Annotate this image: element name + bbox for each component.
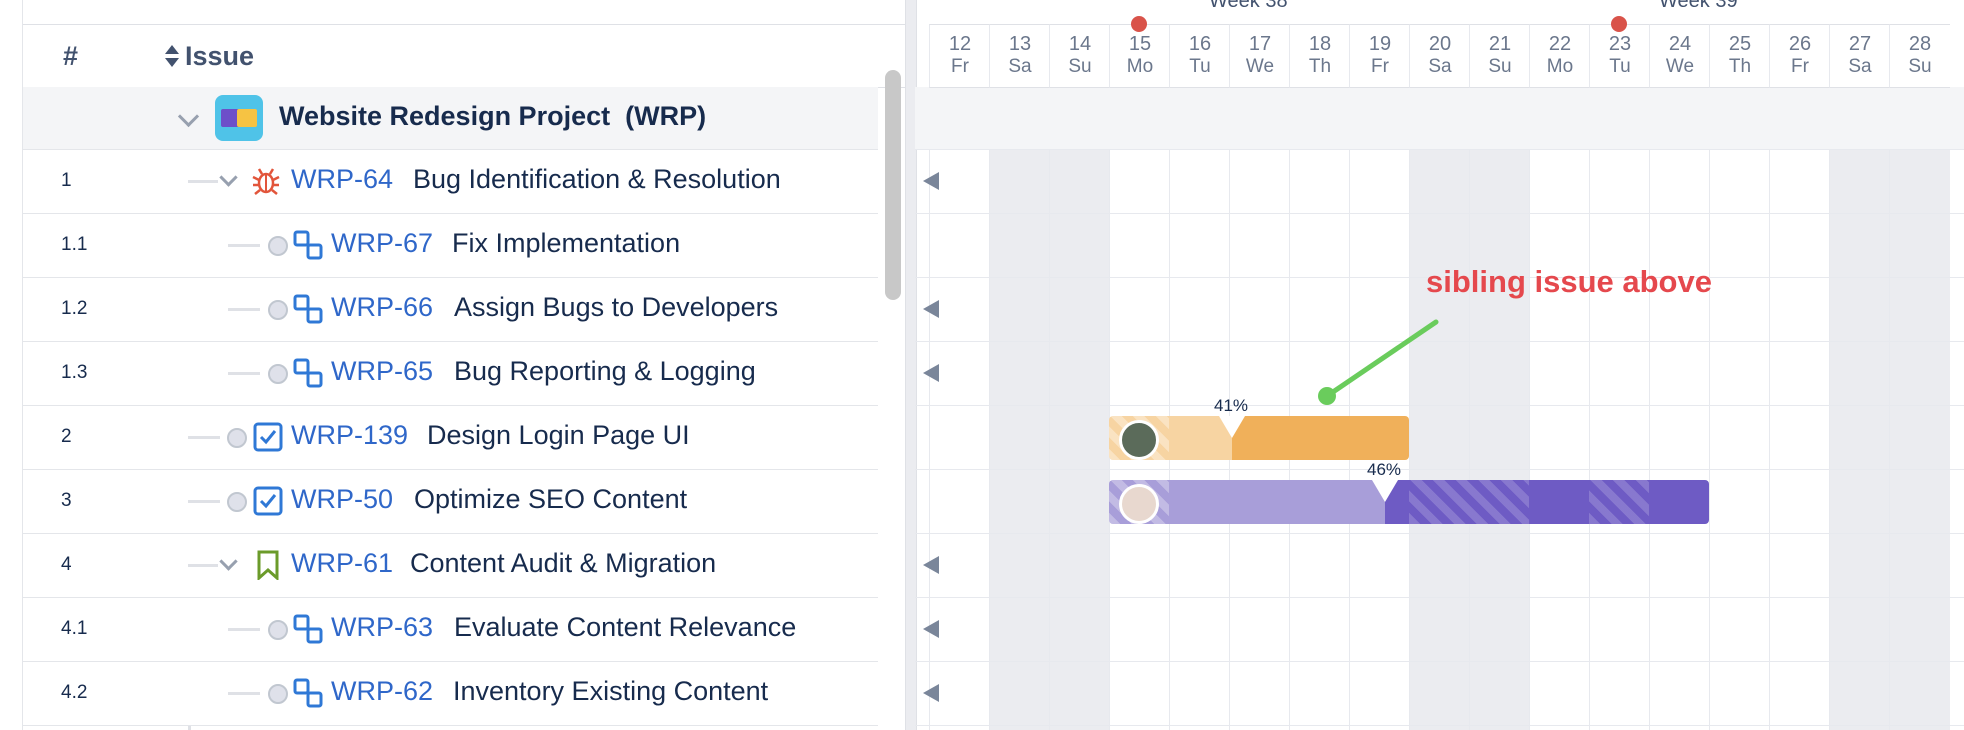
annotation-text: sibling issue above bbox=[1426, 264, 1712, 299]
annotation-arrow bbox=[1318, 319, 1439, 405]
